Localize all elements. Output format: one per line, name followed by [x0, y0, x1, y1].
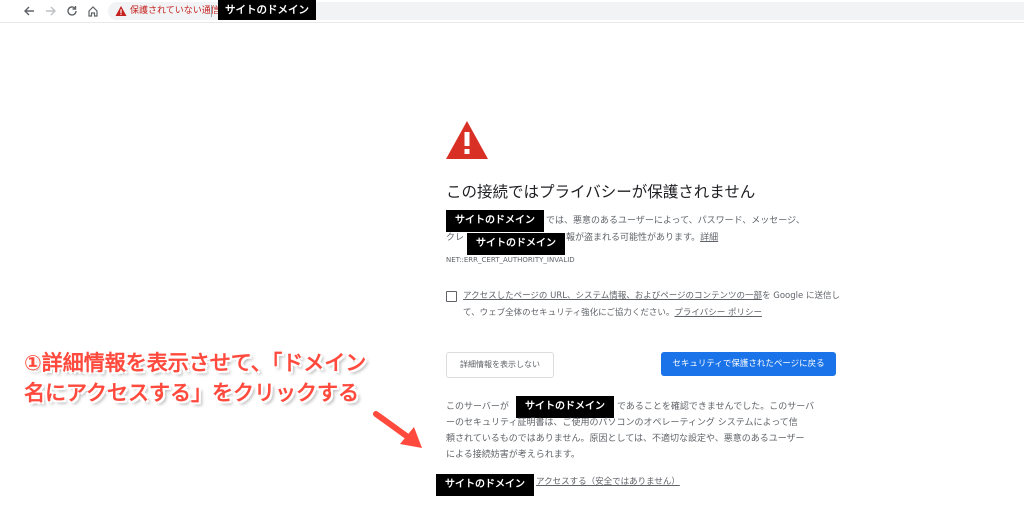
- warning-text-rest: 報が盗まれる可能性があります。: [566, 233, 701, 243]
- checkbox-text-rest: を Google に送信し: [762, 291, 840, 301]
- url-info-link[interactable]: アクセスしたページの URL、システム情報、およびページのコンテンツの一部: [463, 291, 762, 301]
- warning-text-line2: 報が盗まれる可能性があります。詳細: [566, 229, 718, 247]
- arrow-down-right-icon: [373, 411, 422, 448]
- security-status[interactable]: 保護されていない通信: [130, 4, 220, 18]
- reload-icon[interactable]: [63, 2, 81, 20]
- arrow-left-icon[interactable]: [20, 2, 38, 20]
- domain-redacted: サイトのドメイン: [436, 474, 534, 496]
- checkbox-text-line2: て、ウェブ全体のセキュリティ強化にご協力ください。: [463, 308, 675, 318]
- arrow-right-icon[interactable]: [42, 2, 60, 20]
- proceed-unsafe-link[interactable]: アクセスする（安全ではありません）: [536, 475, 680, 487]
- privacy-policy-link[interactable]: プライバシー ポリシー: [674, 308, 762, 318]
- extended-reporting-checkbox[interactable]: [446, 291, 457, 302]
- home-icon[interactable]: [84, 2, 102, 20]
- address-bar[interactable]: 保護されていない通信 サイトのドメイン: [108, 0, 1024, 20]
- omnibox-divider: [211, 5, 212, 17]
- explain-line4: による接続妨害が考えられます。: [446, 450, 580, 460]
- page-title: この接続ではプライバシーが保護されません: [446, 183, 756, 201]
- error-code: NET::ERR_CERT_AUTHORITY_INVALID: [446, 256, 575, 264]
- warning-text-prefix: クレ: [446, 233, 465, 243]
- browser-toolbar: 保護されていない通信 サイトのドメイン: [0, 0, 1024, 23]
- extended-reporting-label: アクセスしたページの URL、システム情報、およびページのコンテンツの一部を G…: [463, 288, 840, 322]
- instruction-annotation: ①詳細情報を表示させて、「ドメイン 名にアクセスする」をクリックする: [24, 348, 424, 408]
- annotation-line1: ①詳細情報を表示させて、「ドメイン: [24, 351, 367, 375]
- url-redacted: サイトのドメイン: [218, 0, 316, 20]
- warning-triangle-icon: [446, 121, 488, 159]
- warning-icon: [115, 6, 127, 16]
- domain-redacted: サイトのドメイン: [467, 233, 565, 255]
- warning-text-line1: では、悪意のあるユーザーによって、パスワード、メッセージ、: [546, 216, 805, 226]
- annotation-line2: 名にアクセスする」をクリックする: [24, 381, 359, 405]
- details-link[interactable]: 詳細: [700, 233, 718, 243]
- back-to-safety-button[interactable]: セキュリティで保護されたページに戻る: [661, 352, 836, 376]
- hide-details-button[interactable]: 詳細情報を表示しない: [446, 352, 554, 378]
